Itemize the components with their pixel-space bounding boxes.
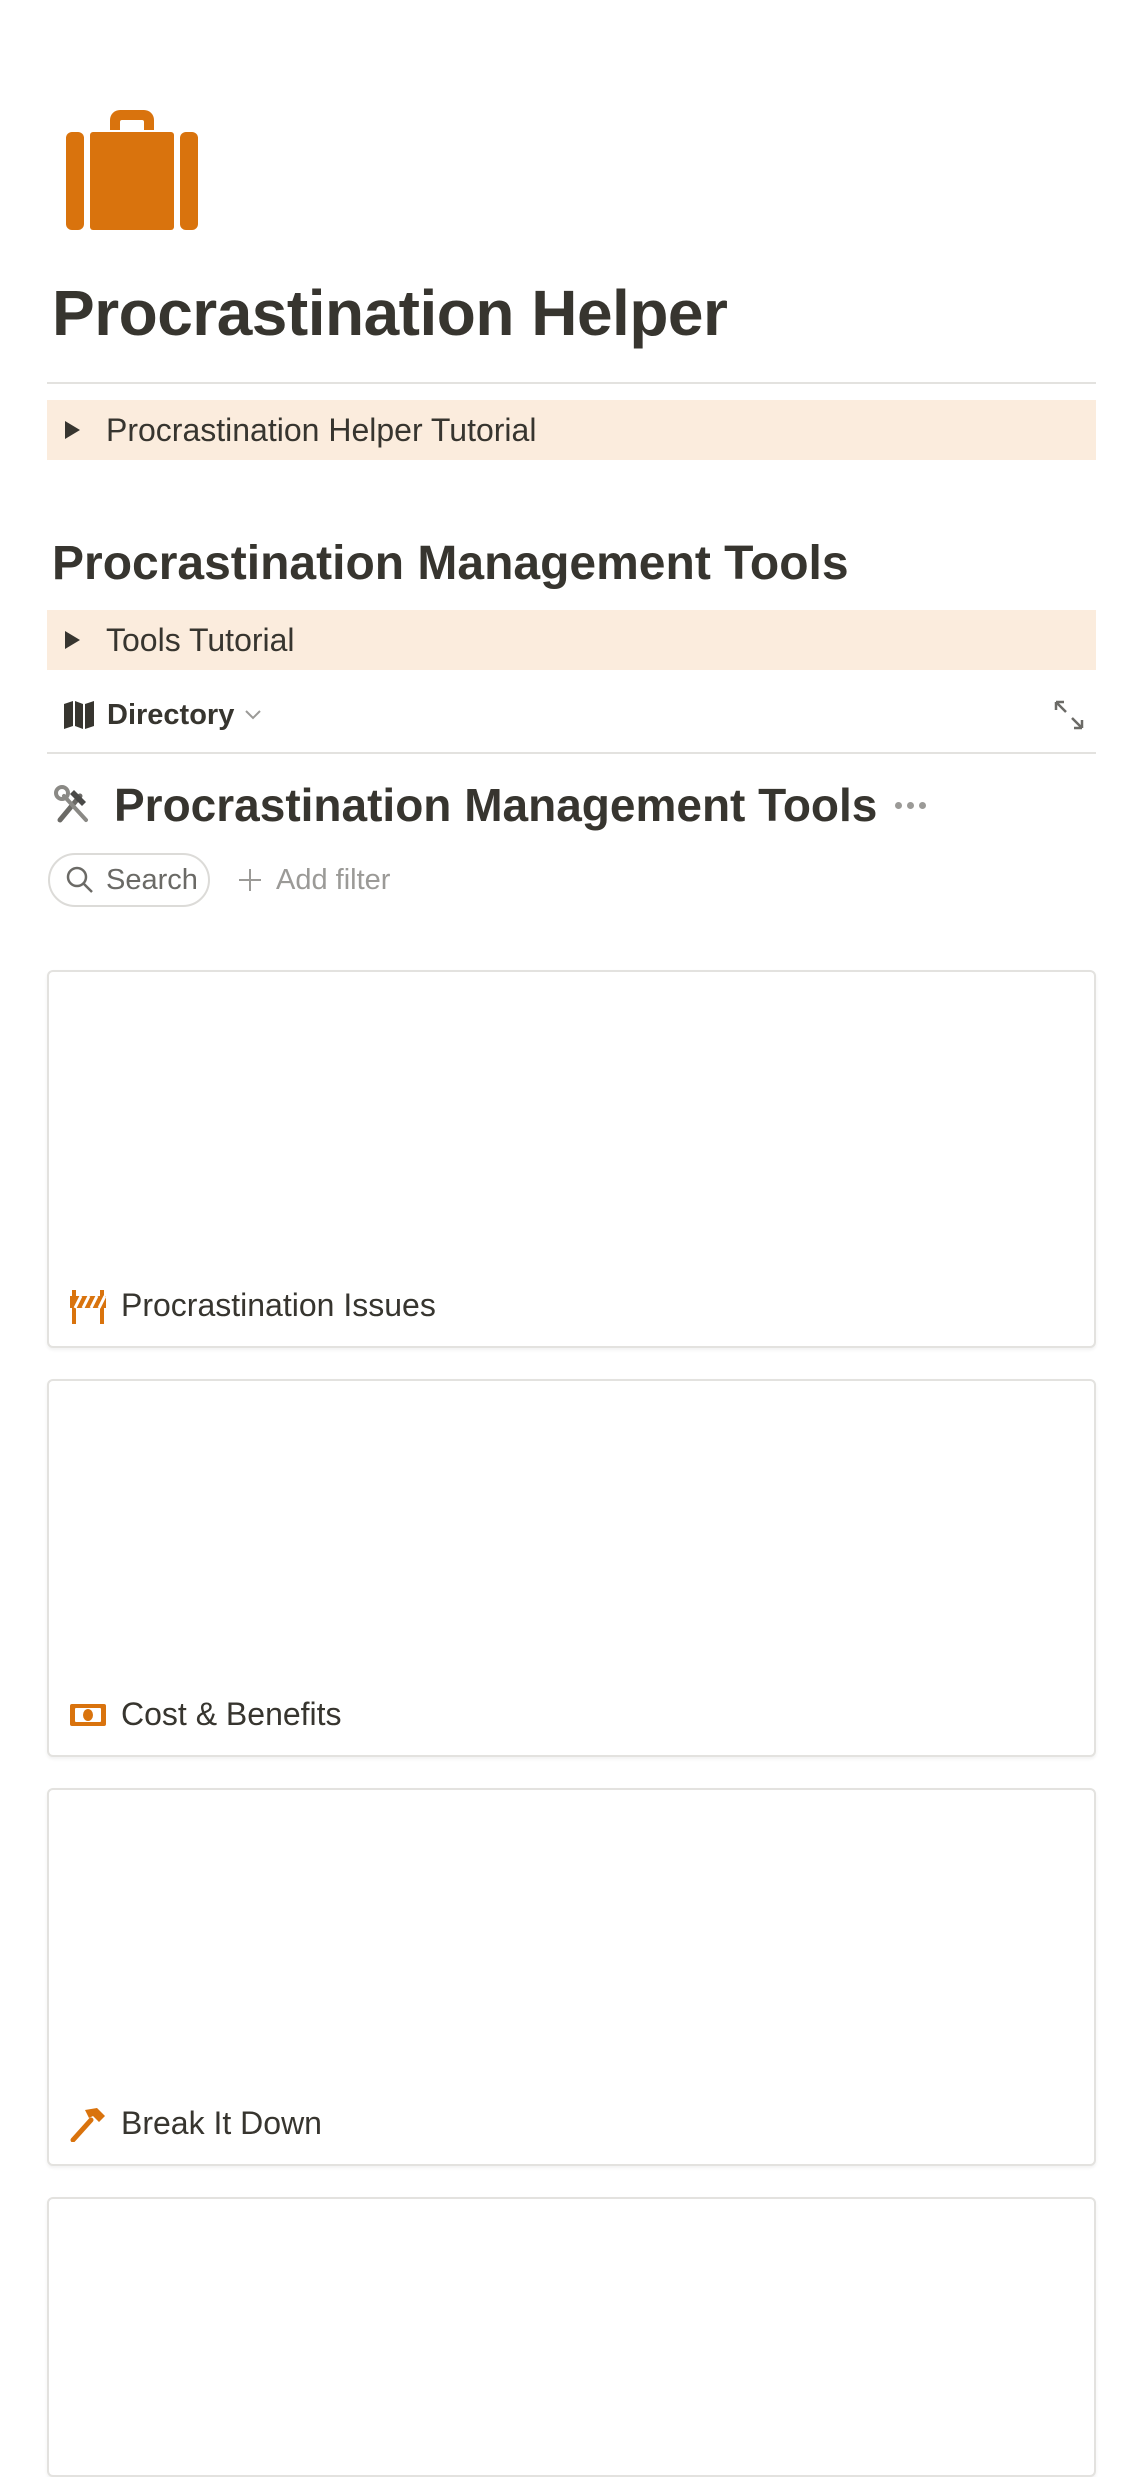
card-title: Break It Down [121, 2105, 322, 2141]
divider [47, 752, 1096, 754]
gallery-card[interactable]: Procrastination Issues [47, 970, 1096, 1348]
database-view-bar: Directory [47, 686, 1096, 744]
database-title-row: Procrastination Management Tools [52, 772, 927, 838]
search-icon [66, 866, 93, 893]
chevron-down-icon[interactable] [244, 709, 262, 721]
tools-tutorial-toggle-label: Tools Tutorial [106, 621, 295, 658]
toggle-arrow-icon[interactable] [65, 631, 80, 649]
search-input[interactable]: Search [48, 853, 210, 907]
gallery-card[interactable] [47, 2197, 1096, 2477]
tutorial-toggle-label: Procrastination Helper Tutorial [106, 411, 537, 448]
hammer-and-wrench-icon [54, 785, 88, 823]
banknote-icon [70, 1703, 106, 1726]
tools-tutorial-toggle[interactable]: Tools Tutorial [47, 610, 1096, 670]
gallery-card[interactable]: Cost & Benefits [47, 1379, 1096, 1757]
expand-icon[interactable] [1052, 698, 1086, 732]
add-filter-label: Add filter [276, 863, 391, 896]
divider [47, 382, 1096, 384]
construction-barrier-icon [70, 1289, 107, 1324]
page-title: Procrastination Helper [52, 277, 728, 349]
toggle-arrow-icon[interactable] [65, 421, 80, 439]
hammer-icon [70, 2107, 105, 2142]
card-title: Procrastination Issues [121, 1287, 436, 1323]
gallery-card[interactable]: Break It Down [47, 1788, 1096, 2166]
view-tab-label: Directory [107, 698, 235, 731]
section-heading: Procrastination Management Tools [52, 537, 849, 590]
card-title: Cost & Benefits [121, 1696, 342, 1732]
add-filter-button[interactable]: Add filter [238, 853, 390, 907]
view-tab-directory[interactable]: Directory [63, 686, 262, 744]
map-icon [64, 701, 94, 729]
tutorial-toggle[interactable]: Procrastination Helper Tutorial [47, 400, 1096, 460]
search-placeholder: Search [106, 863, 198, 896]
database-title[interactable]: Procrastination Management Tools [114, 778, 877, 832]
briefcase-icon[interactable] [66, 108, 198, 230]
more-options-icon[interactable] [895, 801, 927, 809]
plus-icon [239, 869, 261, 891]
